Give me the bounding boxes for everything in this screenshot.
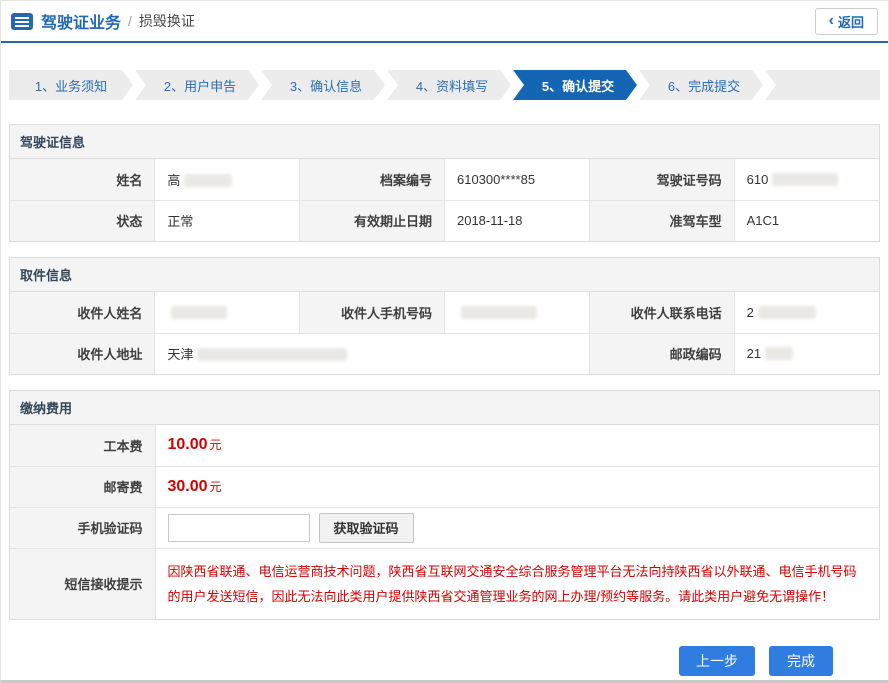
step-progress-bar: 1、业务须知 2、用户申告 3、确认信息 4、资料填写 5、确认提交 6、完成提…	[9, 70, 880, 100]
mailing-fee-label: 邮寄费	[10, 466, 155, 507]
vehicle-class-value: A1C1	[734, 200, 879, 241]
address-value: 天津	[155, 333, 589, 374]
recipient-phone-label: 收件人联系电话	[589, 292, 734, 333]
prev-step-button[interactable]: 上一步	[679, 646, 755, 676]
expiry-value: 2018-11-18	[444, 200, 589, 241]
pickup-info-section: 取件信息 收件人姓名 收件人手机号码 收件人联系电话 2 收件人地址 天津 邮政…	[9, 257, 880, 375]
table-row: 工本费 10.00元	[10, 425, 879, 466]
address-label: 收件人地址	[10, 333, 155, 374]
redacted-text	[758, 306, 816, 319]
step-2: 2、用户申告	[135, 70, 259, 100]
back-button[interactable]: ‹ 返回	[815, 8, 878, 35]
breadcrumb-separator: /	[128, 13, 132, 29]
recipient-mobile-label: 收件人手机号码	[300, 292, 445, 333]
step-1-label: 1、业务须知	[35, 76, 107, 95]
page: 驾驶证业务 / 损毁换证 ‹ 返回 1、业务须知 2、用户申告 3、确认信息 4…	[0, 0, 889, 683]
recipient-name-value	[155, 292, 300, 333]
expiry-label: 有效期止日期	[300, 200, 445, 241]
step-2-label: 2、用户申告	[164, 76, 236, 95]
redacted-text	[772, 173, 838, 186]
license-info-table: 姓名 高 档案编号 610300****85 驾驶证号码 610 状态 正常 有…	[10, 159, 879, 241]
redacted-text	[197, 348, 347, 361]
sms-notice-label: 短信接收提示	[10, 548, 155, 619]
step-3-label: 3、确认信息	[290, 76, 362, 95]
fees-section: 缴纳费用 工本费 10.00元 邮寄费 30.00元 手机验证码	[9, 390, 880, 620]
license-business-icon	[11, 13, 33, 30]
back-button-label: 返回	[838, 12, 864, 31]
get-code-button[interactable]: 获取验证码	[319, 513, 414, 543]
step-4-label: 4、资料填写	[416, 76, 488, 95]
fees-title: 缴纳费用	[10, 391, 879, 425]
postal-code-label: 邮政编码	[589, 333, 734, 374]
step-6-label: 6、完成提交	[668, 76, 740, 95]
table-row: 状态 正常 有效期止日期 2018-11-18 准驾车型 A1C1	[10, 200, 879, 241]
status-label: 状态	[10, 200, 155, 241]
table-row: 短信接收提示 因陕西省联通、电信运营商技术问题，陕西省互联网交通安全综合服务管理…	[10, 548, 879, 619]
name-label: 姓名	[10, 159, 155, 200]
redacted-text	[765, 347, 793, 360]
bottom-actions: 上一步 完成	[1, 646, 833, 676]
recipient-phone-value: 2	[734, 292, 879, 333]
table-row: 收件人姓名 收件人手机号码 收件人联系电话 2	[10, 292, 879, 333]
step-5: 5、确认提交	[513, 70, 637, 100]
redacted-text	[461, 306, 537, 319]
table-row: 收件人地址 天津 邮政编码 21	[10, 333, 879, 374]
postal-code-value: 21	[734, 333, 879, 374]
recipient-name-label: 收件人姓名	[10, 292, 155, 333]
table-row: 邮寄费 30.00元	[10, 466, 879, 507]
redacted-text	[171, 306, 227, 319]
file-no-value: 610300****85	[444, 159, 589, 200]
sms-code-input[interactable]	[168, 514, 310, 542]
production-fee-amount: 10.00	[168, 436, 208, 453]
page-title: 驾驶证业务	[41, 9, 121, 33]
file-no-label: 档案编号	[300, 159, 445, 200]
step-bar-filler	[765, 70, 880, 100]
license-info-section: 驾驶证信息 姓名 高 档案编号 610300****85 驾驶证号码 610 状…	[9, 124, 880, 242]
sms-notice-text: 因陕西省联通、电信运营商技术问题，陕西省互联网交通安全综合服务管理平台无法向持陕…	[155, 548, 879, 619]
step-3: 3、确认信息	[261, 70, 385, 100]
vehicle-class-label: 准驾车型	[589, 200, 734, 241]
step-5-label: 5、确认提交	[542, 76, 614, 95]
table-row: 姓名 高 档案编号 610300****85 驾驶证号码 610	[10, 159, 879, 200]
currency-unit: 元	[210, 438, 222, 452]
license-info-title: 驾驶证信息	[10, 125, 879, 159]
sms-code-cell: 获取验证码	[155, 507, 879, 548]
sms-code-label: 手机验证码	[10, 507, 155, 548]
status-value: 正常	[155, 200, 300, 241]
production-fee-value: 10.00元	[155, 425, 879, 466]
finish-button[interactable]: 完成	[769, 646, 833, 676]
step-1: 1、业务须知	[9, 70, 133, 100]
step-4: 4、资料填写	[387, 70, 511, 100]
table-row: 手机验证码 获取验证码	[10, 507, 879, 548]
page-subtitle: 损毁换证	[139, 11, 195, 31]
pickup-info-table: 收件人姓名 收件人手机号码 收件人联系电话 2 收件人地址 天津 邮政编码 21	[10, 292, 879, 374]
license-no-value: 610	[734, 159, 879, 200]
name-value: 高	[155, 159, 300, 200]
pickup-info-title: 取件信息	[10, 258, 879, 292]
recipient-mobile-value	[444, 292, 589, 333]
mailing-fee-amount: 30.00	[168, 478, 208, 495]
step-6: 6、完成提交	[639, 70, 763, 100]
production-fee-label: 工本费	[10, 425, 155, 466]
currency-unit: 元	[210, 480, 222, 494]
license-no-label: 驾驶证号码	[589, 159, 734, 200]
chevron-left-icon: ‹	[829, 13, 834, 29]
mailing-fee-value: 30.00元	[155, 466, 879, 507]
header: 驾驶证业务 / 损毁换证 ‹ 返回	[1, 1, 888, 43]
fees-table: 工本费 10.00元 邮寄费 30.00元 手机验证码 获取验证码	[10, 425, 879, 619]
redacted-text	[184, 174, 232, 187]
